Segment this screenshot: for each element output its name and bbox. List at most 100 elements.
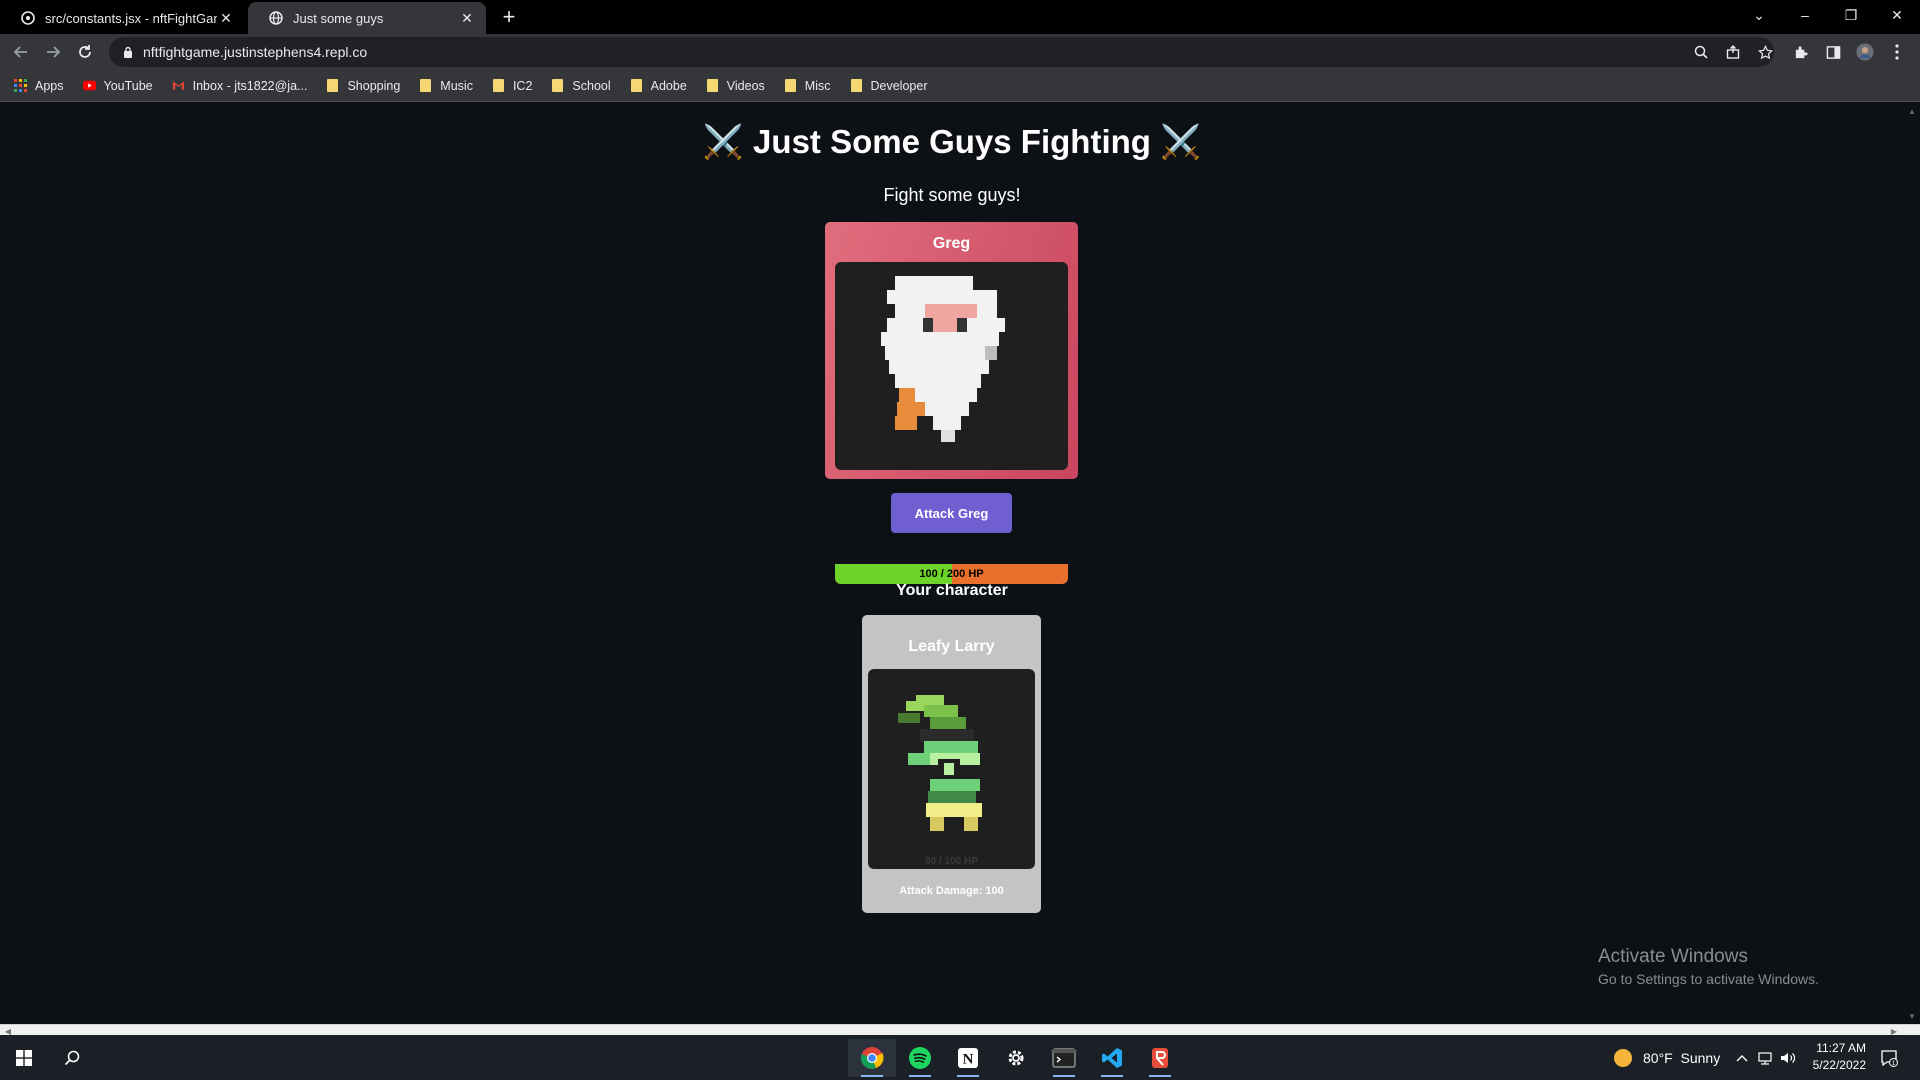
tray-overflow-chevron-icon[interactable] bbox=[1736, 1035, 1748, 1080]
bookmark-shopping[interactable]: Shopping bbox=[326, 79, 400, 93]
boss-sprite-wizard bbox=[881, 276, 1005, 442]
player-hp-text: 80 / 100 HP bbox=[925, 856, 978, 867]
zoom-icon[interactable] bbox=[1693, 44, 1709, 60]
activate-windows-subtitle: Go to Settings to activate Windows. bbox=[1598, 971, 1819, 987]
bookmark-adobe[interactable]: Adobe bbox=[630, 79, 687, 93]
vertical-scrollbar[interactable]: ▲ ▼ bbox=[1904, 103, 1920, 1024]
attack-damage-text: Attack Damage: 100 bbox=[899, 885, 1004, 897]
tab-title: Just some guys bbox=[293, 10, 384, 26]
windows-logo-icon bbox=[16, 1050, 32, 1066]
bookmark-developer[interactable]: Developer bbox=[850, 78, 928, 93]
bookmark-apps[interactable]: Apps bbox=[14, 79, 64, 93]
bookmark-label: IC2 bbox=[512, 78, 533, 93]
new-tab-button[interactable]: + bbox=[497, 4, 521, 29]
bookmark-school[interactable]: School bbox=[551, 79, 611, 93]
bookmark-label: Developer bbox=[870, 78, 928, 93]
player-sprite-frame: 80 / 100 HP bbox=[868, 669, 1035, 869]
folder-icon bbox=[551, 79, 564, 92]
bookmark-youtube[interactable]: YouTube bbox=[82, 79, 153, 93]
taskbar-search-button[interactable] bbox=[48, 1039, 96, 1077]
reload-button[interactable] bbox=[72, 39, 98, 65]
network-icon[interactable] bbox=[1757, 1035, 1773, 1080]
scroll-up-icon[interactable]: ▲ bbox=[1906, 105, 1918, 117]
reload-icon bbox=[79, 45, 91, 58]
folder-icon bbox=[630, 79, 643, 92]
your-character-heading: Your character bbox=[896, 582, 1008, 599]
taskbar-terminal[interactable] bbox=[1040, 1039, 1088, 1077]
volume-icon[interactable] bbox=[1780, 1035, 1796, 1080]
bookmark-label: Adobe bbox=[650, 78, 687, 93]
profile-avatar[interactable] bbox=[1856, 43, 1874, 61]
address-bar[interactable]: nftfightgame.justinstephens4.repl.co bbox=[109, 37, 1774, 67]
app-icon bbox=[1152, 1048, 1168, 1068]
boss-card: Greg 100 / 200 HP bbox=[825, 222, 1078, 584]
apps-grid-icon bbox=[14, 79, 27, 92]
close-window-button[interactable]: ✕ bbox=[1874, 0, 1920, 30]
taskbar-spotify[interactable] bbox=[896, 1039, 944, 1077]
bookmark-star-icon[interactable] bbox=[1757, 44, 1773, 60]
boss-sprite-frame bbox=[835, 262, 1068, 470]
horizontal-scrollbar[interactable]: ◀ ▶ bbox=[0, 1024, 1920, 1036]
taskbar-vscode[interactable] bbox=[1088, 1039, 1136, 1077]
bookmark-misc[interactable]: Misc bbox=[784, 79, 831, 93]
folder-icon bbox=[706, 79, 719, 92]
restore-button[interactable]: ❐ bbox=[1828, 0, 1874, 30]
bookmark-inbox[interactable]: Inbox - jts1822@ja... bbox=[172, 78, 308, 93]
boss-hp-bar: 100 / 200 HP bbox=[835, 564, 1068, 584]
share-icon[interactable] bbox=[1725, 44, 1741, 60]
back-arrow-icon bbox=[13, 46, 27, 58]
system-clock[interactable]: 11:27 AM 5/22/2022 bbox=[1800, 1040, 1866, 1074]
taskbar-chrome[interactable] bbox=[848, 1039, 896, 1077]
taskbar-settings[interactable] bbox=[992, 1039, 1040, 1077]
bookmark-label: Music bbox=[440, 78, 473, 93]
bookmark-music[interactable]: Music bbox=[419, 79, 473, 93]
taskbar-notion[interactable]: N bbox=[944, 1039, 992, 1077]
bookmark-ic2[interactable]: IC2 bbox=[492, 79, 532, 93]
bookmark-videos[interactable]: Videos bbox=[706, 79, 765, 93]
vscode-icon bbox=[1102, 1048, 1122, 1068]
start-button[interactable] bbox=[0, 1039, 48, 1077]
sun-icon bbox=[1614, 1048, 1632, 1067]
bookmark-label: Misc bbox=[804, 78, 831, 93]
scroll-down-icon[interactable]: ▼ bbox=[1906, 1010, 1918, 1022]
youtube-icon bbox=[82, 79, 96, 92]
notification-center-icon[interactable]: 1 bbox=[1880, 1035, 1898, 1080]
page-content: ⚔️ Just Some Guys Fighting ⚔️ Fight some… bbox=[0, 103, 1904, 1024]
folder-icon bbox=[419, 79, 432, 92]
globe-icon bbox=[268, 10, 284, 26]
bookmark-label: Inbox - jts1822@ja... bbox=[192, 78, 308, 93]
chrome-icon bbox=[860, 1047, 884, 1069]
folder-icon bbox=[492, 79, 505, 92]
folder-icon bbox=[784, 79, 797, 92]
bookmark-label: Shopping bbox=[347, 78, 401, 93]
activate-windows-title: Activate Windows bbox=[1598, 946, 1748, 967]
side-panel-icon[interactable] bbox=[1824, 43, 1842, 61]
chrome-menu-icon[interactable] bbox=[1888, 43, 1906, 61]
windows-taskbar: N 80°F Sunny 11:27 AM 5/22/2022 1 bbox=[0, 1035, 1920, 1080]
player-name: Leafy Larry bbox=[908, 638, 995, 655]
tab-just-some-guys[interactable]: Just some guys ✕ bbox=[248, 2, 486, 34]
terminal-icon bbox=[1052, 1048, 1076, 1068]
browser-toolbar: nftfightgame.justinstephens4.repl.co bbox=[0, 34, 1920, 70]
tab-search-icon[interactable]: ⌄ bbox=[1736, 0, 1782, 30]
boss-name: Greg bbox=[932, 235, 971, 252]
clock-date: 5/22/2022 bbox=[1812, 1058, 1866, 1072]
close-tab-icon[interactable]: ✕ bbox=[458, 9, 476, 27]
back-button[interactable] bbox=[8, 39, 34, 65]
extensions-puzzle-icon[interactable] bbox=[1792, 43, 1810, 61]
player-card: Leafy Larry 80 / 100 HP Attack Damage: 1… bbox=[862, 615, 1041, 913]
tab-constants[interactable]: src/constants.jsx - nftFightGame ✕ bbox=[0, 2, 245, 34]
spotify-icon bbox=[909, 1047, 931, 1069]
settings-icon bbox=[1008, 1050, 1024, 1066]
forward-button[interactable] bbox=[40, 39, 66, 65]
close-tab-icon[interactable]: ✕ bbox=[217, 9, 235, 27]
attack-boss-button[interactable]: Attack Greg bbox=[891, 493, 1012, 533]
minimize-button[interactable]: – bbox=[1782, 0, 1828, 30]
weather-widget[interactable]: 80°F Sunny bbox=[1614, 1035, 1720, 1080]
bookmarks-bar: Apps YouTube Inbox - jts1822@ja... Shopp… bbox=[0, 70, 1920, 102]
activate-windows-watermark: Activate Windows Go to Settings to activ… bbox=[1598, 946, 1819, 987]
taskbar-app[interactable] bbox=[1136, 1039, 1184, 1077]
folder-icon bbox=[326, 79, 339, 92]
replit-favicon-icon bbox=[20, 10, 36, 26]
notion-icon: N bbox=[958, 1048, 978, 1068]
